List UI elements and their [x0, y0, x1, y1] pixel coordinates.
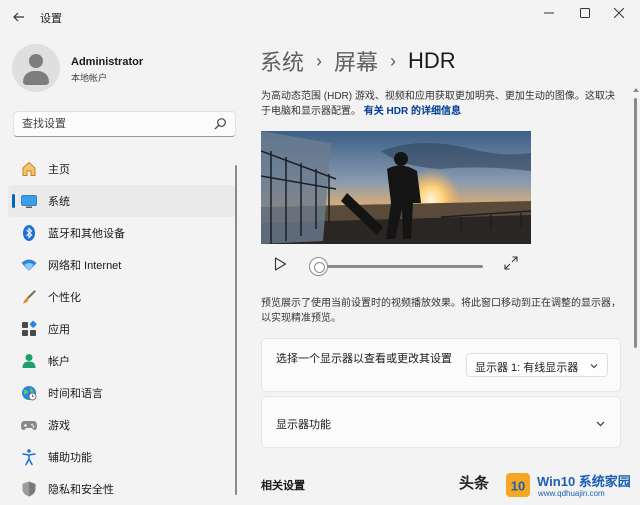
avatar[interactable] [12, 44, 60, 92]
sidebar-item-label: 游戏 [48, 420, 70, 432]
sidebar-item-time-language[interactable]: 时间和语言 [8, 377, 236, 409]
monitor-select-value: 显示器 1: 有线显示器 [475, 362, 579, 374]
watermark-url: www.qdhuajin.com [538, 489, 605, 498]
page-title: HDR [408, 48, 456, 73]
sidebar-nav: 主页 系统 蓝牙和其他设备 网络和 Internet 个性化 应用 帐户 时间和… [8, 153, 236, 505]
hdr-video-preview[interactable] [261, 131, 531, 244]
chevron-down-icon [596, 421, 605, 427]
playback-slider-track[interactable] [316, 265, 483, 268]
scroll-up-icon[interactable] [633, 88, 639, 92]
back-button[interactable] [8, 7, 30, 27]
maximize-button[interactable] [572, 4, 598, 22]
title-bar: 设置 [0, 0, 640, 34]
close-button[interactable] [606, 4, 632, 22]
account-type: 本地帐户 [71, 73, 108, 83]
breadcrumb-system[interactable]: 系统 [260, 45, 304, 77]
sidebar-item-label: 隐私和安全性 [48, 484, 114, 496]
close-icon [614, 8, 624, 18]
display-capabilities-card[interactable]: 显示器功能 [261, 396, 621, 448]
bluetooth-icon [23, 225, 35, 241]
breadcrumb-display[interactable]: 屏幕 [334, 45, 378, 77]
chevron-down-icon [590, 364, 598, 369]
sidebar-item-network[interactable]: 网络和 Internet [8, 249, 236, 281]
sidebar-item-label: 辅助功能 [48, 452, 92, 464]
watermark-text: 头条 [459, 475, 490, 492]
sidebar-item-label: 网络和 Internet [48, 260, 122, 272]
monitor-select-dropdown[interactable]: 显示器 1: 有线显示器 [466, 353, 608, 377]
account-icon [22, 354, 36, 368]
watermark-logo: 10 [506, 473, 530, 497]
search-box[interactable] [13, 111, 236, 137]
sidebar-item-label: 个性化 [48, 292, 81, 304]
sidebar-item-label: 应用 [48, 324, 70, 336]
sidebar-scrollbar[interactable] [235, 165, 237, 495]
sidebar-item-home[interactable]: 主页 [8, 153, 236, 185]
shield-icon [22, 481, 36, 497]
sidebar-item-label: 主页 [48, 164, 70, 176]
preview-note: 预览展示了使用当前设置时的视频播放效果。将此窗口移动到正在调整的显示器，以实现精… [261, 298, 621, 324]
breadcrumb-separator: › [316, 50, 323, 71]
display-capabilities-label: 显示器功能 [276, 419, 331, 431]
related-settings-heading: 相关设置 [261, 480, 305, 492]
minimize-icon [544, 12, 554, 14]
hdr-description: 为高动态范围 (HDR) 游戏、视频和应用获取更加明亮、更加生动的图像。这取决于… [261, 89, 621, 119]
accessibility-icon [22, 449, 36, 466]
sidebar-item-label: 时间和语言 [48, 388, 103, 400]
sidebar-item-label: 帐户 [48, 356, 70, 368]
video-frame-image [261, 131, 531, 244]
sidebar-item-apps[interactable]: 应用 [8, 313, 236, 345]
sidebar-item-label: 系统 [48, 196, 70, 208]
back-arrow-icon [13, 12, 24, 22]
home-icon [22, 161, 36, 176]
hdr-learn-more-link[interactable]: 有关 HDR 的详细信息 [364, 106, 461, 117]
main-scrollbar[interactable] [633, 88, 639, 498]
sidebar-item-gaming[interactable]: 游戏 [8, 409, 236, 441]
sidebar-item-privacy[interactable]: 隐私和安全性 [8, 473, 236, 505]
brush-icon [23, 290, 36, 304]
play-button[interactable] [272, 256, 288, 272]
scroll-thumb[interactable] [634, 98, 637, 348]
window-title: 设置 [40, 13, 62, 25]
sidebar-item-bluetooth[interactable]: 蓝牙和其他设备 [8, 217, 236, 249]
sidebar-item-accounts[interactable]: 帐户 [8, 345, 236, 377]
breadcrumb-separator: › [390, 50, 397, 71]
sidebar-item-accessibility[interactable]: 辅助功能 [8, 441, 236, 473]
search-icon[interactable] [213, 117, 227, 131]
monitor-select-card: 选择一个显示器以查看或更改其设置 显示器 1: 有线显示器 [261, 338, 621, 392]
monitor-select-label: 选择一个显示器以查看或更改其设置 [276, 353, 452, 365]
breadcrumb: 系统 › 屏幕 › HDR [260, 45, 456, 77]
apps-icon [22, 320, 37, 336]
minimize-button[interactable] [536, 4, 562, 22]
sidebar-item-system[interactable]: 系统 [8, 185, 236, 217]
fullscreen-expand-icon[interactable] [503, 255, 519, 271]
watermark-logo-text: 10 [511, 479, 525, 494]
playback-slider-thumb[interactable] [309, 257, 328, 276]
watermark-brand: Win10 系统家园 [537, 474, 631, 489]
wifi-icon [21, 259, 37, 271]
maximize-icon [580, 8, 590, 18]
sidebar-item-label: 蓝牙和其他设备 [48, 228, 125, 240]
globe-icon [22, 386, 37, 401]
user-name: Administrator [71, 56, 144, 68]
sidebar-item-personalization[interactable]: 个性化 [8, 281, 236, 313]
search-input[interactable] [22, 116, 212, 132]
gamepad-icon [21, 421, 37, 430]
system-icon [21, 195, 37, 208]
